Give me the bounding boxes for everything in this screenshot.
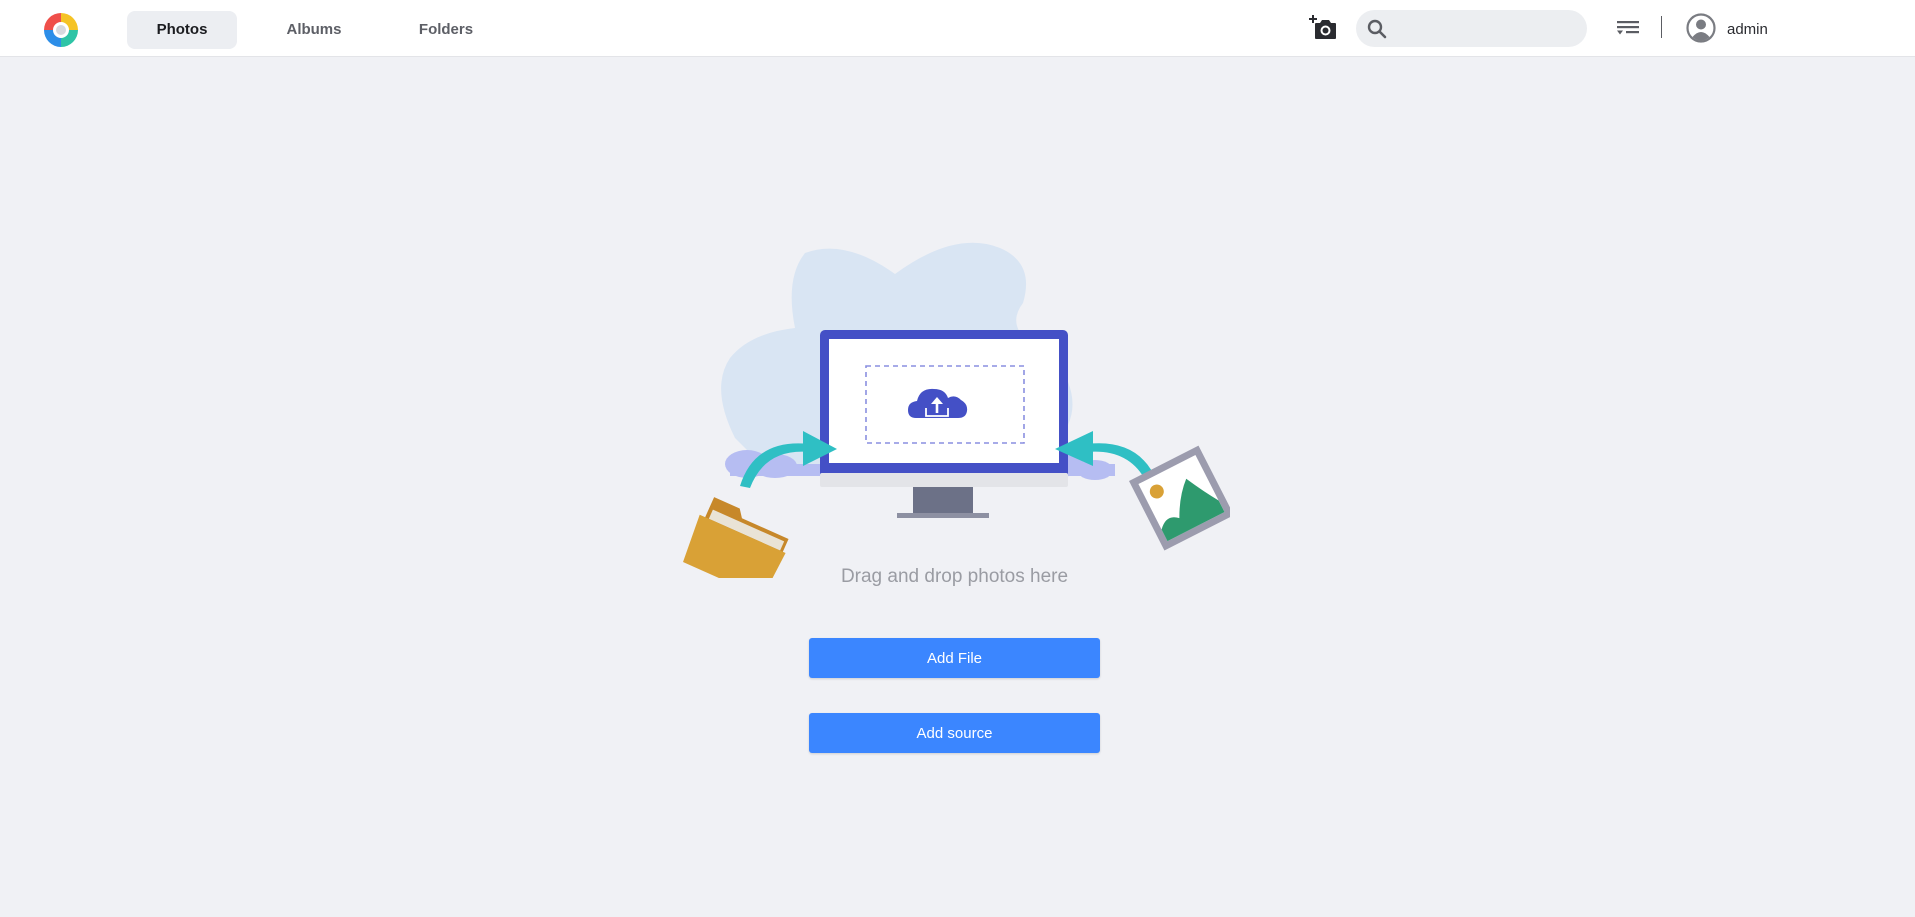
user-avatar-icon bbox=[1686, 13, 1716, 43]
drag-drop-illustration bbox=[683, 242, 1230, 578]
search-input[interactable] bbox=[1396, 16, 1580, 43]
username: admin bbox=[1727, 21, 1768, 38]
drop-instructions-text: Drag and drop photos here bbox=[840, 566, 1069, 587]
monitor-icon bbox=[820, 330, 1068, 518]
tab-albums[interactable]: Albums bbox=[268, 11, 360, 49]
tab-folders[interactable]: Folders bbox=[400, 11, 492, 49]
header-divider bbox=[1661, 16, 1662, 38]
add-photo-camera-icon[interactable] bbox=[1309, 14, 1337, 42]
add-source-button[interactable]: Add source bbox=[809, 713, 1100, 753]
tab-photos[interactable]: Photos bbox=[127, 11, 237, 49]
top-navigation-bar: Photos Albums Folders admin bbox=[0, 0, 1915, 57]
search-icon bbox=[1367, 19, 1387, 39]
add-file-button[interactable]: Add File bbox=[809, 638, 1100, 678]
sort-filter-icon[interactable] bbox=[1615, 17, 1641, 39]
app-logo-icon[interactable] bbox=[42, 11, 80, 49]
search-box[interactable] bbox=[1356, 10, 1587, 47]
